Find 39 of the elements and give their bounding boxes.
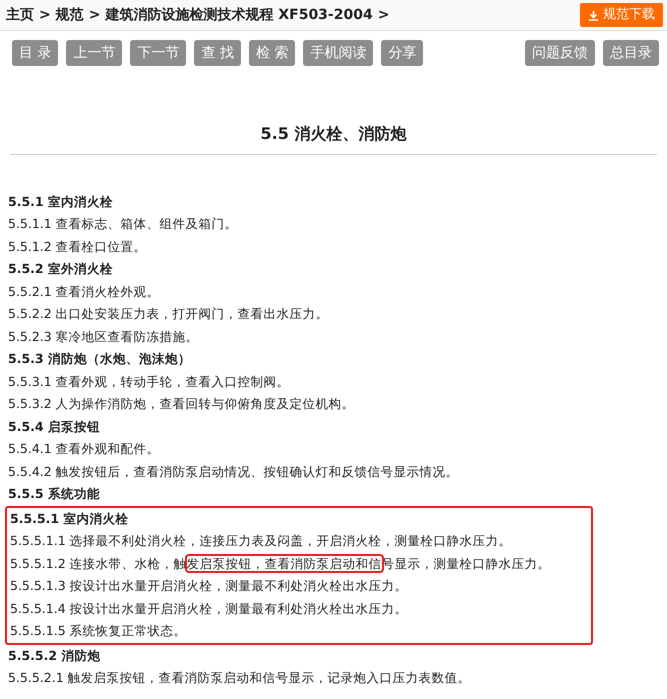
toolbar-button[interactable]: 总目录	[603, 40, 659, 66]
breadcrumb-link[interactable]: 规范	[56, 4, 84, 26]
clause-text: 5.5.5.2.1 触发启泵按钮，查看消防泵启动和信号显示，记录炮入口压力表数值。	[8, 669, 471, 688]
clause-text: 5.5.5.1.3 按设计出水量开启消火栓，测量最不利处消火栓出水压力。	[10, 577, 408, 596]
clause-text: 5.5.2.2 出口处安装压力表，打开阀门，查看出水压力。	[8, 305, 329, 324]
subsection-heading: 5.5.5.1 室内消火栓	[10, 510, 128, 528]
toolbar-button[interactable]: 查 找	[194, 40, 241, 66]
breadcrumb-separator: >	[39, 6, 51, 24]
clause-text: 5.5.1.1 查看标志、箱体、组件及箱门。	[8, 215, 238, 234]
toolbar-button[interactable]: 分享	[381, 40, 424, 66]
subsection-heading: 5.5.2 室外消火栓	[8, 260, 113, 278]
clause-text: 5.5.4.2 触发按钮后，查看消防泵启动情况、按钮确认灯和反馈信号显示情况。	[8, 462, 459, 481]
clause-text: 5.5.5.1.5 系统恢复正常状态。	[10, 622, 187, 640]
clause-text: 5.5.5.1.4 按设计出水量开启消火栓，测量最有利处消火栓出水压力。	[10, 600, 408, 618]
clause-text: 5.5.1.2 查看栓口位置。	[8, 238, 147, 256]
section-title: 5.5 消火栓、消防炮	[10, 66, 657, 155]
clause-text: 5.5.4.1 查看外观和配件。	[8, 440, 160, 458]
subsection-heading: 5.5.4 启泵按钮	[8, 418, 100, 436]
download-icon	[588, 10, 599, 20]
clause-text: 5.5.3.1 查看外观，转动手轮，查看入口控制阀。	[8, 372, 290, 391]
toolbar-button[interactable]: 上一节	[66, 40, 122, 66]
toolbar-button[interactable]: 手机阅读	[303, 40, 374, 66]
toolbar-button[interactable]: 下一节	[130, 40, 186, 66]
breadcrumb-separator: >	[88, 6, 100, 24]
toolbar-button[interactable]: 问题反馈	[525, 40, 595, 66]
subsection-heading: 5.5.1 室内消火栓	[8, 192, 113, 211]
breadcrumb-link[interactable]: 建筑消防设施检测技术规程 XF503-2004	[105, 4, 373, 26]
download-button[interactable]: 规范下载	[580, 3, 663, 27]
clause-text: 5.5.3.2 人为操作消防炮，查看回转与仰俯角度及定位机构。	[8, 395, 355, 414]
toolbar-button[interactable]: 目 录	[12, 40, 58, 66]
breadcrumb-link[interactable]: 主页	[6, 4, 34, 26]
clause-text: 5.5.2.3 寒冷地区查看防冻措施。	[8, 328, 199, 346]
toolbar-button[interactable]: 检 索	[248, 40, 296, 66]
subsection-heading: 5.5.3 消防炮（水炮、泡沫炮）	[8, 350, 191, 368]
subsection-heading: 5.5.5.2 消防炮	[8, 646, 100, 665]
clause-text: 5.5.2.1 查看消火栓外观。	[8, 282, 160, 301]
clause-text: 5.5.5.1.1 选择最不利处消火栓，连接压力表及闷盖，开启消火栓，测量栓口静水压力。	[10, 532, 512, 550]
breadcrumb-separator: >	[378, 6, 390, 24]
subsection-heading: 5.5.5 系统功能	[8, 485, 100, 504]
